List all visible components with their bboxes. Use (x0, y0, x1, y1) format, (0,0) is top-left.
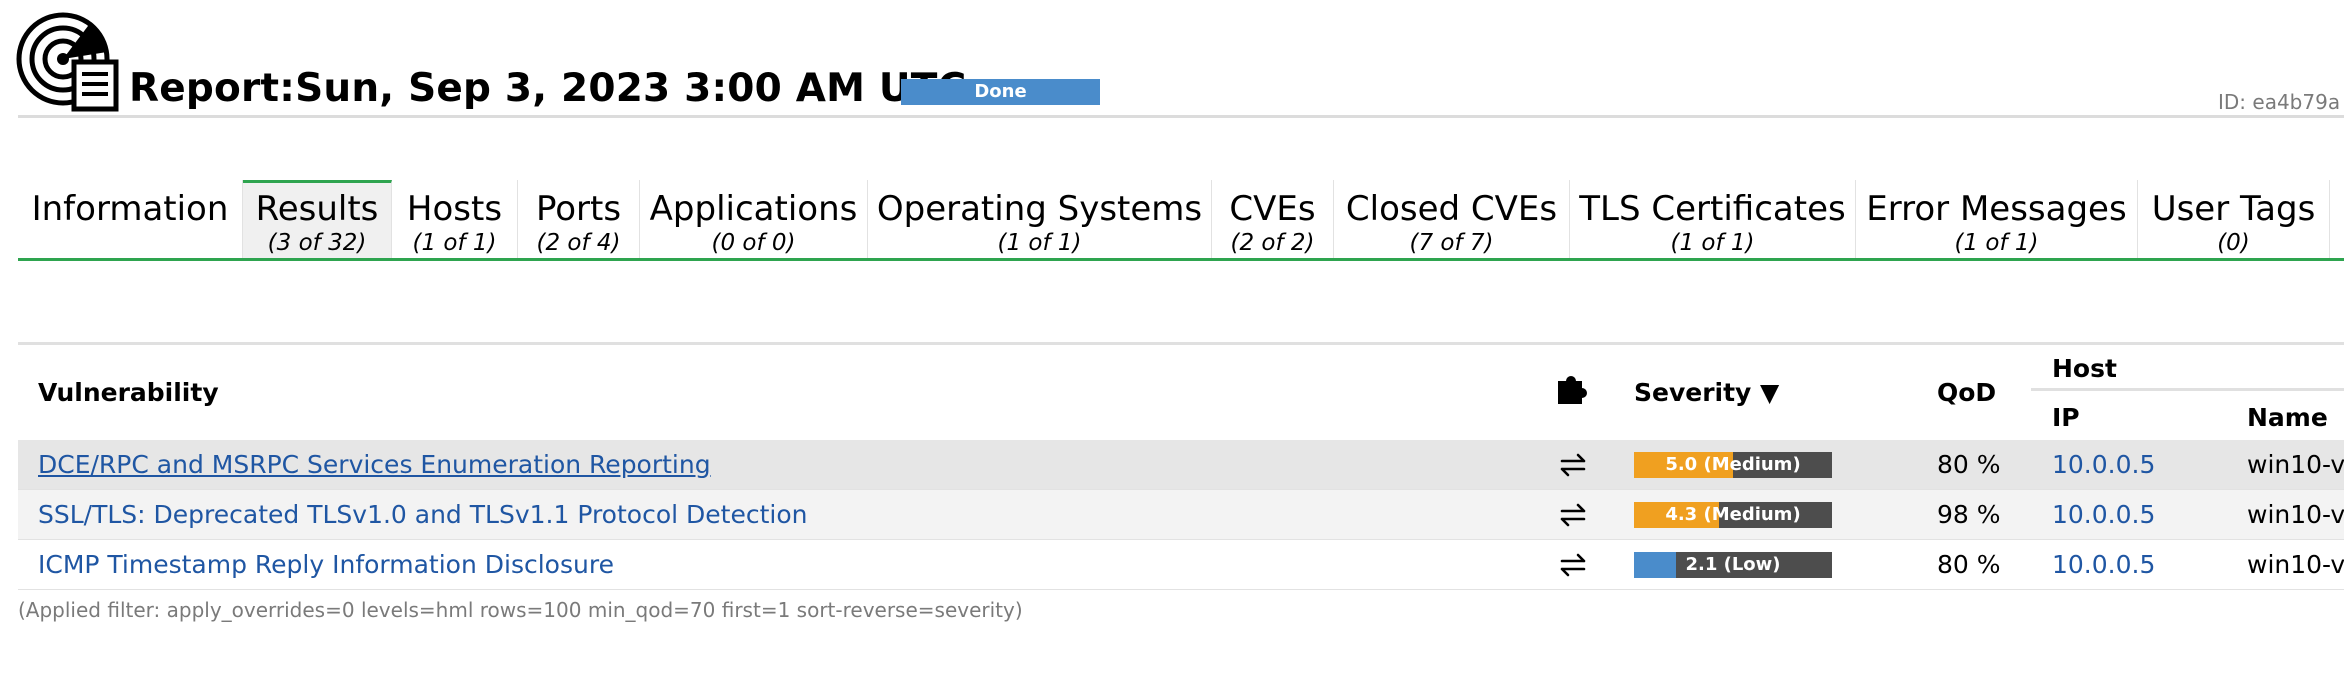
override-arrows-icon[interactable] (1556, 452, 1590, 478)
tab-label: User Tags (2151, 189, 2316, 229)
tab-results[interactable]: Results (3 of 32) (243, 180, 392, 259)
tab-count: (1 of 1) (412, 230, 497, 256)
override-arrows-icon[interactable] (1556, 552, 1590, 578)
host-name: win10-v (2247, 450, 2344, 479)
tab-label: Error Messages (1866, 189, 2127, 229)
table-row: SSL/TLS: Deprecated TLSv1.0 and TLSv1.1 … (18, 490, 2344, 540)
tab-count: (1 of 1) (1954, 230, 2039, 256)
host-ip-link[interactable]: 10.0.0.5 (2052, 490, 2155, 540)
tab-bar: Information Results (3 of 32) Hosts (1 o… (18, 180, 2344, 259)
column-header-ip[interactable]: IP (2052, 403, 2080, 432)
tab-label: Applications (649, 189, 858, 229)
puzzle-icon (1558, 376, 1587, 404)
tab-tls-certificates[interactable]: TLS Certificates (1 of 1) (1570, 180, 1856, 259)
qod-value: 98 % (1937, 500, 2001, 529)
report-id: ID: ea4b79a (2218, 90, 2341, 114)
tab-label: Information (31, 189, 229, 229)
tab-applications[interactable]: Applications (0 of 0) (640, 180, 868, 259)
tab-count: (0) (2217, 230, 2250, 256)
tab-operating-systems[interactable]: Operating Systems (1 of 1) (868, 180, 1212, 259)
severity-label: 2.1 (Low) (1685, 554, 1781, 575)
severity-label: 4.3 (Medium) (1665, 504, 1801, 525)
tab-count: (2 of 2) (1230, 230, 1315, 256)
tab-label: Results (255, 189, 379, 229)
host-name: win10-v (2247, 550, 2344, 579)
page-title: Report:Sun, Sep 3, 2023 3:00 AM UTC (129, 66, 967, 111)
table-row: DCE/RPC and MSRPC Services Enumeration R… (18, 440, 2344, 490)
tab-user-tags[interactable]: User Tags (0) (2138, 180, 2330, 259)
column-header-qod[interactable]: QoD (1937, 378, 1996, 407)
tab-count: (7 of 7) (1409, 230, 1494, 256)
vulnerability-link[interactable]: ICMP Timestamp Reply Information Disclos… (38, 540, 614, 590)
tab-count: (2 of 4) (536, 230, 621, 256)
status-badge: Done (901, 79, 1100, 105)
report-radar-icon (16, 12, 119, 112)
qod-value: 80 % (1937, 450, 2001, 479)
tab-hosts[interactable]: Hosts (1 of 1) (392, 180, 518, 259)
tab-label: TLS Certificates (1579, 189, 1846, 229)
tab-label: Closed CVEs (1345, 189, 1558, 229)
applied-filter-text: (Applied filter: apply_overrides=0 level… (18, 598, 1023, 622)
tab-information[interactable]: Information (18, 180, 243, 259)
table-top-divider (18, 342, 2344, 345)
tab-label: CVEs (1229, 189, 1316, 229)
tab-count: (3 of 32) (267, 230, 367, 256)
column-header-vulnerability[interactable]: Vulnerability (38, 378, 219, 407)
table-row: ICMP Timestamp Reply Information Disclos… (18, 540, 2344, 590)
column-header-severity[interactable]: Severity ▼ (1634, 378, 1779, 407)
severity-bar: 2.1 (Low) (1634, 552, 1832, 578)
vulnerability-link[interactable]: SSL/TLS: Deprecated TLSv1.0 and TLSv1.1 … (38, 490, 807, 540)
tab-cves[interactable]: CVEs (2 of 2) (1212, 180, 1334, 259)
host-ip-link[interactable]: 10.0.0.5 (2052, 540, 2155, 590)
tab-count: (1 of 1) (997, 230, 1082, 256)
tab-label: Hosts (406, 189, 503, 229)
tab-closed-cves[interactable]: Closed CVEs (7 of 7) (1334, 180, 1570, 259)
header-divider (18, 115, 2344, 118)
host-header-divider (2031, 388, 2344, 391)
host-name: win10-v (2247, 500, 2344, 529)
column-header-host: Host (2052, 354, 2117, 383)
column-header-name[interactable]: Name (2247, 403, 2328, 432)
tab-ports[interactable]: Ports (2 of 4) (518, 180, 640, 259)
tab-label: Ports (535, 189, 622, 229)
tab-error-messages[interactable]: Error Messages (1 of 1) (1856, 180, 2138, 259)
severity-bar: 5.0 (Medium) (1634, 452, 1832, 478)
qod-value: 80 % (1937, 550, 2001, 579)
tab-underline (18, 258, 2344, 261)
host-ip-link[interactable]: 10.0.0.5 (2052, 440, 2155, 490)
tab-count: (1 of 1) (1670, 230, 1755, 256)
override-arrows-icon[interactable] (1556, 502, 1590, 528)
vulnerability-link[interactable]: DCE/RPC and MSRPC Services Enumeration R… (38, 440, 711, 490)
severity-bar: 4.3 (Medium) (1634, 502, 1832, 528)
severity-label: 5.0 (Medium) (1665, 454, 1801, 475)
tab-label: Operating Systems (876, 189, 1203, 229)
tab-count: (0 of 0) (711, 230, 796, 256)
